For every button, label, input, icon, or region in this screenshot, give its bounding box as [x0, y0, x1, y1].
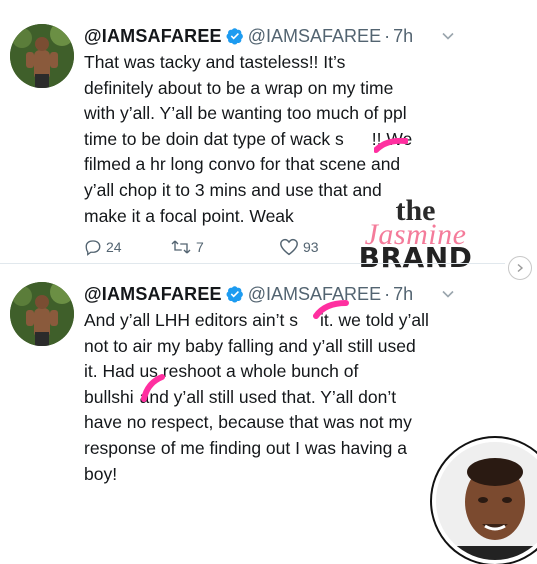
- retweet-icon: [171, 240, 191, 254]
- chevron-down-icon[interactable]: [440, 286, 456, 307]
- timestamp[interactable]: 7h: [393, 284, 413, 304]
- tweet-line: time to be doin dat type of wack s!! We: [84, 127, 484, 153]
- watermark-line: the: [395, 194, 436, 227]
- separator-dot: ·: [384, 284, 391, 304]
- profile-avatar[interactable]: [10, 24, 74, 88]
- timestamp[interactable]: 7h: [393, 26, 413, 46]
- reply-icon: [85, 240, 101, 256]
- tweet-line: response of me finding out I was having …: [84, 437, 407, 458]
- retweet-count: 7: [196, 239, 204, 255]
- tweet-line: with y’all. Y’all be wanting too much of…: [84, 103, 407, 124]
- tweet-line-segment: bullshi: [84, 386, 134, 407]
- separator-dot: ·: [384, 26, 391, 46]
- tweet-divider: [0, 263, 505, 264]
- tweet-line: definitely about to be a wrap on my time: [84, 77, 394, 98]
- tweet-line: not to air my baby falling and y’all sti…: [84, 335, 416, 356]
- tweet-line: have no respect, because that was not my: [84, 412, 412, 433]
- display-name[interactable]: @IAMSAFAREE: [84, 284, 222, 304]
- chevron-down-icon[interactable]: [440, 28, 456, 49]
- censor-scribble: [313, 300, 349, 319]
- censor-scribble: [141, 374, 165, 402]
- reply-count: 24: [106, 239, 122, 255]
- tweet-header: @IAMSAFAREE @IAMSAFAREE · 7h: [84, 282, 413, 309]
- tweet-line-segment: time to be doin dat type of wack s: [84, 128, 344, 149]
- tweet-line: And y’all LHH editors ain’t s it. we told…: [84, 308, 484, 334]
- portrait-photo-icon: [436, 442, 537, 560]
- verified-badge-icon: [226, 285, 244, 309]
- tweet-line: filmed a hr long convo for that scene an…: [84, 154, 401, 175]
- avatar-photo-icon: [10, 24, 74, 88]
- reply-button[interactable]: 24: [84, 238, 122, 256]
- like-count: 93: [303, 239, 319, 255]
- display-name[interactable]: @IAMSAFAREE: [84, 26, 222, 46]
- avatar-photo-icon: [10, 282, 74, 346]
- watermark-line: BRAND: [358, 241, 473, 274]
- tweet-line-segment: And y’all LHH editors ain’t s: [84, 310, 298, 330]
- watermark-logo: the Jasmine BRAND: [358, 196, 473, 272]
- like-button[interactable]: 93: [279, 238, 319, 256]
- profile-avatar[interactable]: [10, 282, 74, 346]
- censor-scribble: [374, 138, 408, 153]
- user-handle[interactable]: @IAMSAFAREE: [248, 26, 381, 46]
- tweet-header: @IAMSAFAREE @IAMSAFAREE · 7h: [84, 24, 413, 51]
- tweet-line-segment: and y’all still used that. Y’all don’t: [139, 386, 397, 407]
- retweet-button[interactable]: 7: [170, 238, 204, 256]
- scroll-next-button[interactable]: [508, 256, 532, 280]
- tweet-line: boy!: [84, 463, 118, 484]
- heart-icon: [280, 238, 298, 256]
- tweet-line: That was tacky and tasteless!! It’s: [84, 52, 346, 72]
- chevron-right-icon: [517, 263, 524, 273]
- verified-badge-icon: [226, 27, 244, 51]
